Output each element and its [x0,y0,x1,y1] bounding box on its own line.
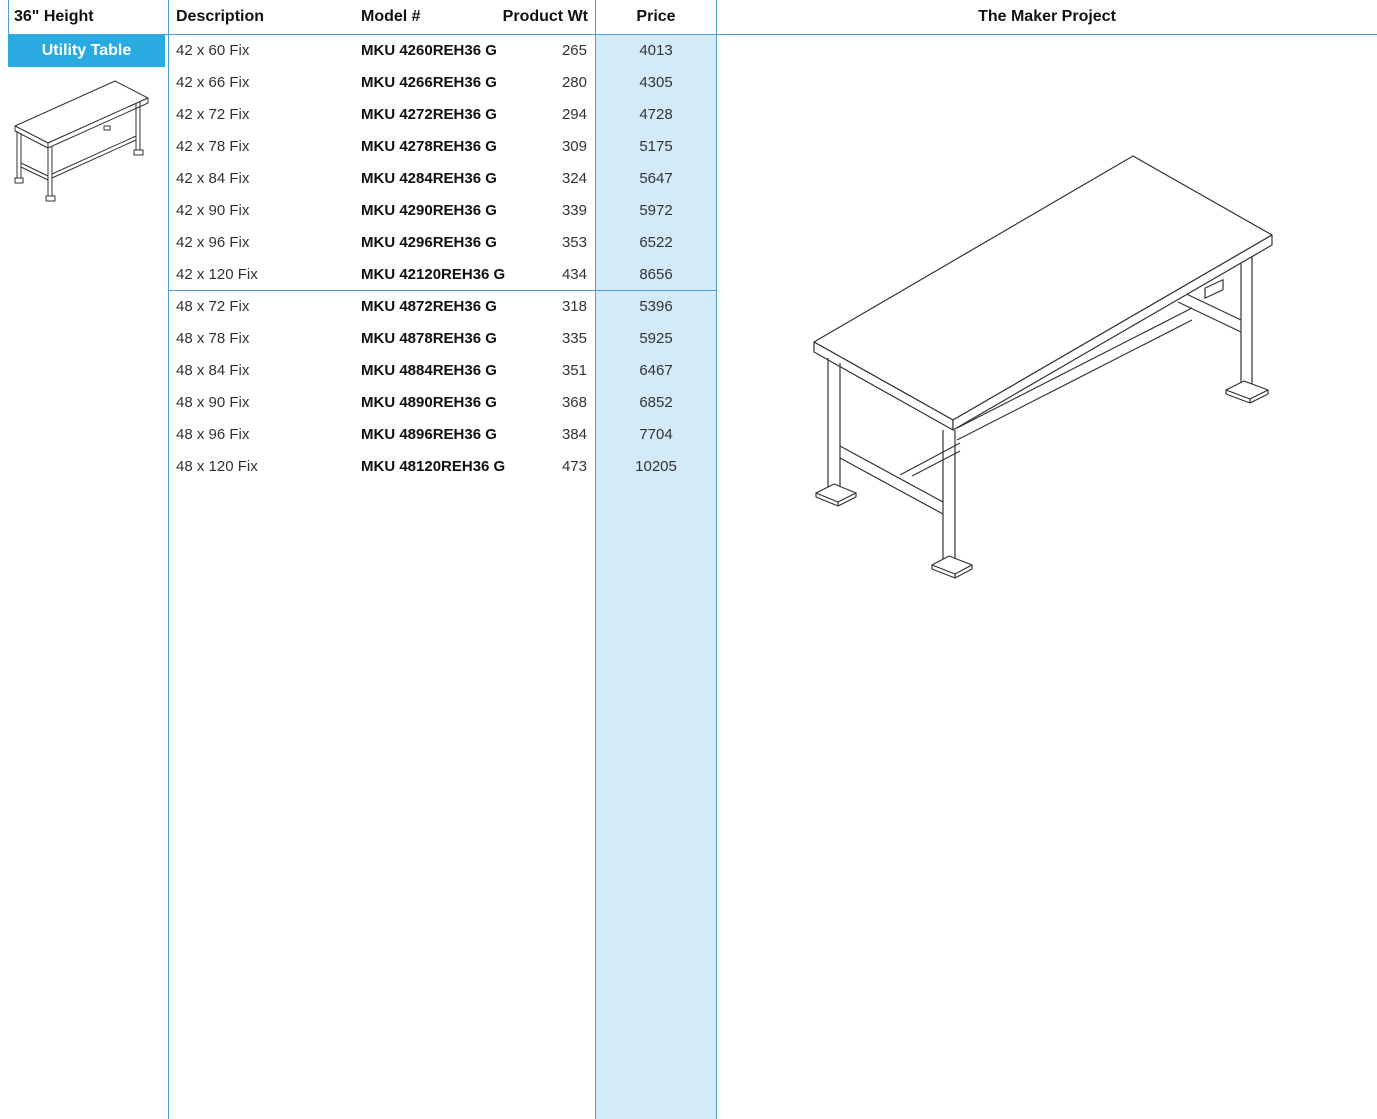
cell-price: 7704 [639,426,673,443]
table-row: 42 x 66 Fix MKU 4266REH36 G 280 4305 [0,67,720,99]
table-row: 42 x 72 Fix MKU 4272REH36 G 294 4728 [0,99,720,131]
cell-description: 42 x 96 Fix [176,234,250,251]
header-height: 36" Height [14,8,94,25]
cell-model: MKU 4260REH36 G [361,42,497,59]
cell-description: 48 x 90 Fix [176,394,250,411]
cell-weight: 353 [561,234,587,251]
cell-weight: 265 [561,42,587,59]
cell-description: 42 x 120 Fix [176,266,258,283]
table-row: 42 x 120 Fix MKU 42120REH36 G 434 8656 [0,259,720,291]
cell-weight: 473 [561,458,587,475]
cell-weight: 309 [561,138,587,155]
cell-description: 48 x 72 Fix [176,298,250,315]
cell-weight: 335 [561,330,587,347]
cell-weight: 384 [561,426,587,443]
cell-model: MKU 4266REH36 G [361,74,497,91]
cell-price: 6467 [639,362,673,379]
cell-model: MKU 4290REH36 G [361,202,497,219]
cell-price: 5972 [639,202,673,219]
header-product-weight: Product Wt [502,8,588,25]
cell-description: 42 x 84 Fix [176,170,250,187]
cell-price: 5396 [639,298,673,315]
header-rule-description [168,0,169,34]
header-model: Model # [361,8,421,25]
cell-weight: 434 [561,266,587,283]
cell-price: 4013 [639,42,673,59]
cell-description: 48 x 78 Fix [176,330,250,347]
table-row: 48 x 84 Fix MKU 4884REH36 G 351 6467 [0,355,720,387]
cell-model: MKU 4896REH36 G [361,426,497,443]
header-rule-left [8,0,9,34]
cell-weight: 351 [561,362,587,379]
cell-model: MKU 4296REH36 G [361,234,497,251]
cell-model: MKU 42120REH36 G [361,266,506,283]
cell-price: 6852 [639,394,673,411]
table-row: 42 x 90 Fix MKU 4290REH36 G 339 5972 [0,195,720,227]
cell-description: 42 x 90 Fix [176,202,250,219]
header-project: The Maker Project [978,8,1116,25]
header-description: Description [176,8,265,25]
cell-model: MKU 4284REH36 G [361,170,497,187]
header-price: Price [636,8,676,25]
cell-model: MKU 4872REH36 G [361,298,497,315]
cell-model: MKU 4878REH36 G [361,330,497,347]
cell-price: 6522 [639,234,673,251]
cell-description: 42 x 72 Fix [176,106,250,123]
utility-table-illustration [813,155,1273,579]
cell-description: 42 x 78 Fix [176,138,250,155]
cell-model: MKU 4890REH36 G [361,394,497,411]
cell-price: 5175 [639,138,673,155]
cell-model: MKU 48120REH36 G [361,458,506,475]
cell-price: 4728 [639,106,673,123]
cell-description: 42 x 66 Fix [176,74,250,91]
table-row: 42 x 84 Fix MKU 4284REH36 G 324 5647 [0,163,720,195]
cell-description: 48 x 84 Fix [176,362,250,379]
cell-weight: 368 [561,394,587,411]
cell-description: 42 x 60 Fix [176,42,250,59]
table-row: 48 x 96 Fix MKU 4896REH36 G 384 7704 [0,419,720,451]
table-row: 48 x 78 Fix MKU 4878REH36 G 335 5925 [0,323,720,355]
cell-weight: 294 [561,106,587,123]
cell-model: MKU 4884REH36 G [361,362,497,379]
cell-weight: 318 [561,298,587,315]
table-row: 48 x 120 Fix MKU 48120REH36 G 473 10205 [0,451,720,483]
cell-weight: 280 [561,74,587,91]
cell-price: 5647 [639,170,673,187]
cell-price: 5925 [639,330,673,347]
cell-price: 10205 [635,458,677,475]
table-row: 42 x 78 Fix MKU 4278REH36 G 309 5175 [0,131,720,163]
cell-description: 48 x 120 Fix [176,458,258,475]
table-row: 48 x 90 Fix MKU 4890REH36 G 368 6852 [0,387,720,419]
cell-model: MKU 4278REH36 G [361,138,497,155]
cell-model: MKU 4272REH36 G [361,106,497,123]
table-row: 48 x 72 Fix MKU 4872REH36 G 318 5396 [0,291,720,323]
cell-price: 4305 [639,74,673,91]
cell-weight: 324 [561,170,587,187]
cell-weight: 339 [561,202,587,219]
table-row: 42 x 96 Fix MKU 4296REH36 G 353 6522 [0,227,720,259]
table-row: 42 x 60 Fix MKU 4260REH36 G 265 4013 [0,35,720,67]
cell-price: 8656 [639,266,673,283]
cell-description: 48 x 96 Fix [176,426,250,443]
